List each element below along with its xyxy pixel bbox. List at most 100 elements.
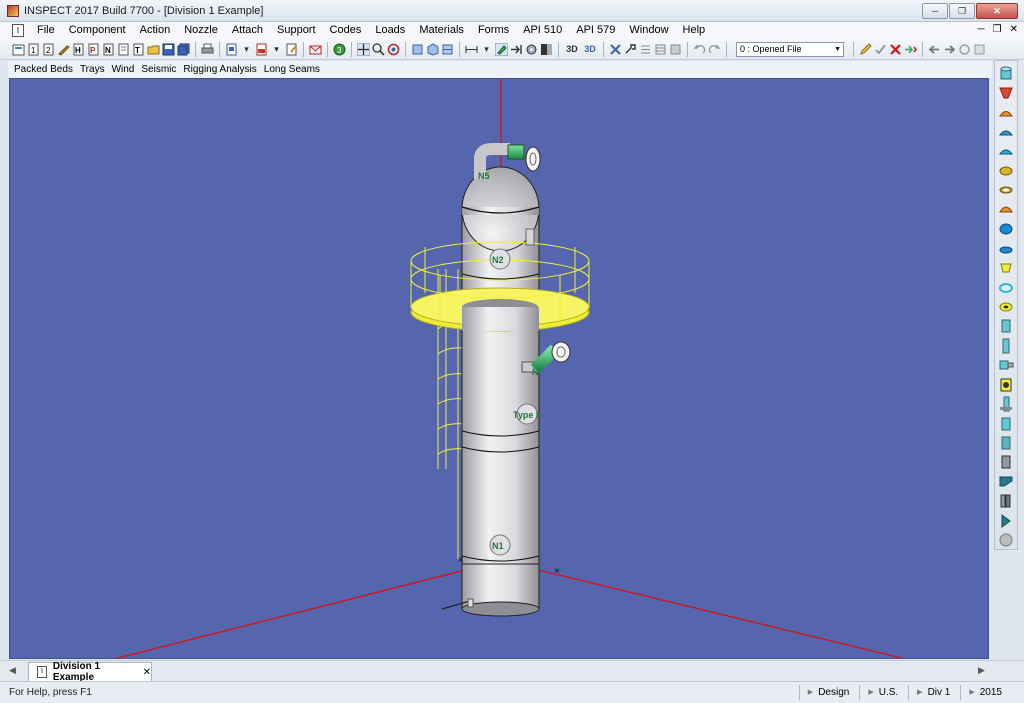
nozzle-icon[interactable] bbox=[997, 357, 1015, 374]
menu-action[interactable]: Action bbox=[133, 22, 178, 39]
delete-icon[interactable] bbox=[889, 43, 902, 56]
menu-materials[interactable]: Materials bbox=[412, 22, 471, 39]
yellow-ring-icon[interactable] bbox=[997, 298, 1015, 315]
close-button[interactable]: ✕ bbox=[976, 3, 1018, 19]
body-flange-icon[interactable] bbox=[997, 182, 1015, 199]
t-report-icon[interactable]: T bbox=[132, 43, 145, 56]
elliptical-head-icon[interactable] bbox=[997, 123, 1015, 140]
menu-attach[interactable]: Attach bbox=[225, 22, 270, 39]
dropdown-arrow-icon[interactable]: ▾ bbox=[480, 43, 493, 56]
calculate-icon[interactable]: 3 bbox=[333, 43, 346, 56]
trays-button[interactable]: Trays bbox=[80, 64, 105, 75]
tab-scroll-right-icon[interactable]: ▶ bbox=[978, 665, 985, 676]
disk-icon[interactable] bbox=[669, 43, 682, 56]
gear-cone-icon[interactable] bbox=[997, 259, 1015, 276]
cylinder-icon[interactable] bbox=[997, 65, 1015, 82]
tab-division-1-example[interactable]: I Division 1 Example ✕ bbox=[28, 661, 152, 683]
zoom-icon[interactable] bbox=[372, 42, 385, 56]
dropdown-arrow-icon[interactable]: ▾ bbox=[270, 43, 283, 56]
seismic-button[interactable]: Seismic bbox=[141, 64, 176, 75]
insulation-icon[interactable] bbox=[997, 532, 1015, 549]
n-report-icon[interactable]: N bbox=[102, 43, 115, 56]
long-seams-button[interactable]: Long Seams bbox=[264, 64, 320, 75]
email-icon[interactable] bbox=[309, 43, 322, 56]
dropdown-arrow-icon[interactable]: ▾ bbox=[240, 43, 253, 56]
wrench-icon[interactable] bbox=[57, 43, 70, 56]
opened-file-select[interactable]: 0 : Opened File ▼ bbox=[736, 41, 844, 57]
undo-icon[interactable] bbox=[693, 43, 706, 56]
save-all-icon[interactable] bbox=[177, 43, 190, 56]
transition-icon[interactable] bbox=[997, 473, 1015, 490]
torispherical-head-icon[interactable] bbox=[997, 143, 1015, 160]
folder-icon[interactable] bbox=[147, 43, 160, 56]
refresh-icon[interactable] bbox=[958, 43, 971, 56]
p-report-icon[interactable]: P bbox=[87, 43, 100, 56]
model-viewport[interactable]: N5 N2 N Type 8 N1 × × bbox=[9, 78, 989, 659]
pencil-icon[interactable] bbox=[859, 42, 872, 56]
arrow-right-icon[interactable] bbox=[943, 43, 956, 56]
redo-icon[interactable] bbox=[708, 43, 721, 56]
status-units[interactable]: ▶ U.S. bbox=[859, 685, 908, 700]
dimension-icon[interactable] bbox=[465, 43, 478, 56]
head-icon[interactable] bbox=[997, 104, 1015, 121]
wall-icon[interactable] bbox=[997, 493, 1015, 510]
mdi-close-icon[interactable]: ✕ bbox=[1010, 24, 1018, 35]
check-edit-icon[interactable] bbox=[874, 43, 887, 56]
pipe-icon[interactable] bbox=[997, 318, 1015, 335]
menu-window[interactable]: Window bbox=[622, 22, 675, 39]
menu-component[interactable]: Component bbox=[62, 22, 133, 39]
ellipse-icon[interactable] bbox=[997, 240, 1015, 257]
menu-api-579[interactable]: API 579 bbox=[569, 22, 622, 39]
tab-scroll-left-icon[interactable]: ◀ bbox=[9, 665, 16, 676]
flange-icon[interactable] bbox=[997, 162, 1015, 179]
menu-file[interactable]: File bbox=[30, 22, 62, 39]
view-iso-icon[interactable] bbox=[426, 42, 439, 56]
arrow-right-bar-icon[interactable] bbox=[510, 43, 523, 56]
nozzle-label-n1[interactable]: N1 bbox=[489, 534, 511, 556]
ring-icon[interactable] bbox=[997, 279, 1015, 296]
mdi-minimize-icon[interactable]: ─ bbox=[978, 24, 985, 35]
document-icon[interactable]: I bbox=[12, 24, 24, 37]
table-icon[interactable] bbox=[654, 43, 667, 56]
cross-tool-icon[interactable] bbox=[609, 43, 622, 56]
arrow-left-icon[interactable] bbox=[928, 43, 941, 56]
leg-icon[interactable] bbox=[997, 395, 1015, 412]
h-report-icon[interactable]: H bbox=[72, 43, 85, 56]
highlight-icon[interactable] bbox=[495, 42, 508, 56]
tab-close-icon[interactable]: ✕ bbox=[143, 667, 151, 678]
hemispherical-head-icon[interactable] bbox=[997, 201, 1015, 218]
tall-pipe-icon[interactable] bbox=[997, 337, 1015, 354]
cone-icon[interactable] bbox=[997, 84, 1015, 101]
nozzle-tool-icon[interactable] bbox=[624, 43, 637, 56]
menu-loads[interactable]: Loads bbox=[368, 22, 412, 39]
vessel-3d-model[interactable]: N5 N2 N Type 8 N1 × × bbox=[10, 79, 989, 659]
nozzle-label-n[interactable]: N bbox=[532, 367, 539, 377]
view-3d-icon-2[interactable]: 3D bbox=[582, 43, 598, 56]
list-icon[interactable] bbox=[639, 43, 652, 56]
grey-shell-icon[interactable] bbox=[997, 454, 1015, 471]
rigging-analysis-button[interactable]: Rigging Analysis bbox=[183, 64, 256, 75]
lifting-lug-icon[interactable] bbox=[997, 376, 1015, 393]
menu-api-510[interactable]: API 510 bbox=[516, 22, 569, 39]
document-icon-2[interactable] bbox=[117, 43, 130, 56]
insert-icon[interactable] bbox=[904, 43, 917, 56]
restore-button[interactable]: ❐ bbox=[949, 3, 975, 19]
status-year[interactable]: ▶ 2015 bbox=[960, 685, 1012, 700]
sphere-icon[interactable] bbox=[997, 221, 1015, 238]
packed-beds-button[interactable]: Packed Beds bbox=[14, 64, 73, 75]
nozzle-label-n2[interactable]: N2 bbox=[489, 248, 511, 270]
pan-icon[interactable] bbox=[357, 42, 370, 56]
settings-icon[interactable] bbox=[525, 43, 538, 56]
menu-nozzle[interactable]: Nozzle bbox=[177, 22, 225, 39]
save-icon[interactable] bbox=[162, 43, 175, 56]
mdi-restore-icon[interactable]: ❐ bbox=[993, 24, 1002, 35]
page-1-icon[interactable]: 1 bbox=[27, 43, 40, 56]
skirt-icon[interactable] bbox=[997, 434, 1015, 451]
status-mode[interactable]: ▶ Design bbox=[798, 685, 860, 700]
status-division[interactable]: ▶ Div 1 bbox=[908, 685, 960, 700]
rotate-icon[interactable] bbox=[387, 43, 400, 56]
menu-forms[interactable]: Forms bbox=[471, 22, 516, 39]
saddle-icon[interactable] bbox=[997, 415, 1015, 432]
jacket-icon[interactable] bbox=[997, 512, 1015, 529]
pdf-icon[interactable] bbox=[255, 43, 268, 56]
